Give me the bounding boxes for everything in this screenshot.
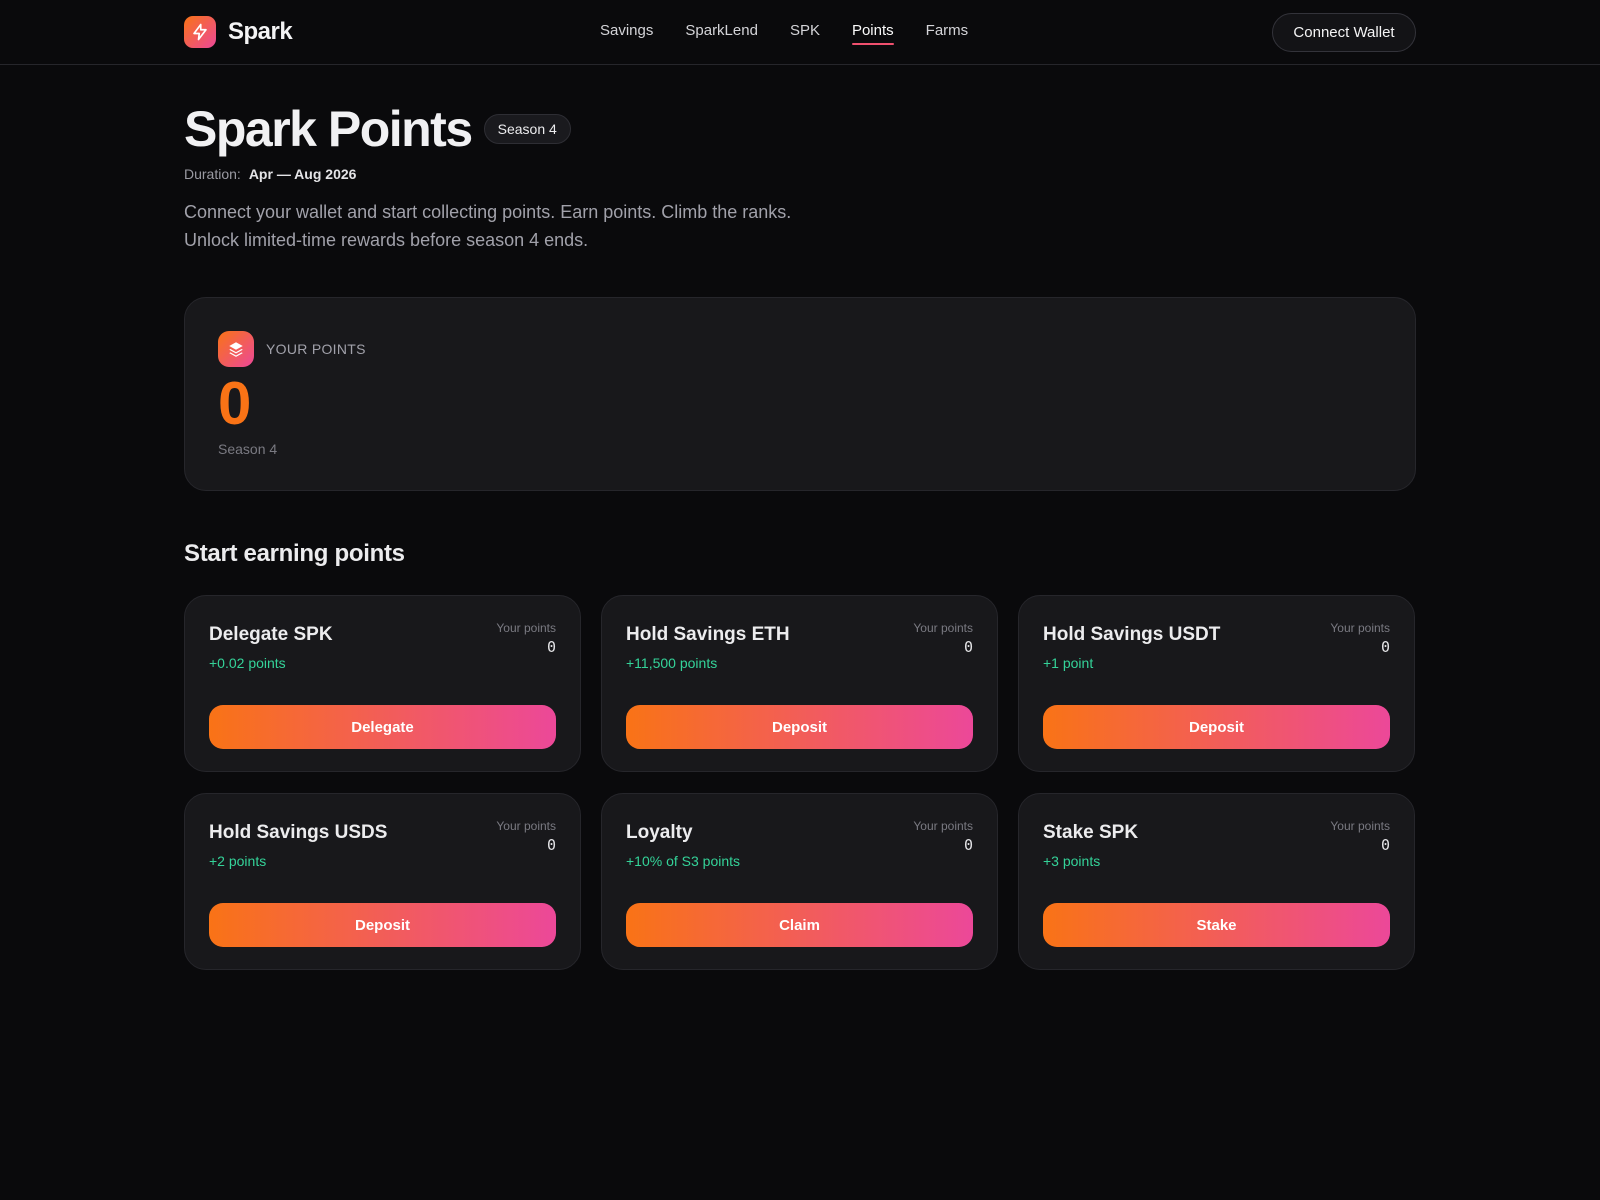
season-badge: Season 4	[483, 114, 571, 144]
lightning-icon	[184, 16, 216, 48]
card-your-points-label: Your points	[496, 621, 556, 635]
card-title: Hold Savings USDT	[1043, 624, 1221, 645]
card-your-points: Your points 0	[913, 819, 973, 854]
earning-card-hold-savings-eth: Hold Savings ETH +11,500 points Your poi…	[601, 595, 998, 772]
claim-button[interactable]: Claim	[626, 903, 973, 947]
nav-item-spk[interactable]: SPK	[790, 22, 820, 43]
card-reward: +3 points	[1043, 853, 1101, 869]
card-your-points: Your points 0	[1330, 819, 1390, 854]
duration: Duration: Apr — Aug 2026	[184, 166, 884, 182]
connect-wallet-button[interactable]: Connect Wallet	[1272, 13, 1416, 52]
card-reward: +2 points	[209, 853, 267, 869]
card-your-points-value: 0	[1380, 638, 1390, 656]
card-your-points: Your points 0	[1330, 621, 1390, 656]
card-title: Hold Savings ETH	[626, 624, 790, 645]
your-points-card: YOUR POINTS 0 Season 4	[184, 297, 1416, 491]
card-your-points-value: 0	[1380, 836, 1390, 854]
card-title: Hold Savings USDS	[209, 822, 388, 843]
card-title: Loyalty	[626, 822, 693, 843]
nav-item-points[interactable]: Points	[851, 22, 894, 45]
card-your-points-label: Your points	[1330, 819, 1390, 833]
card-title: Delegate SPK	[209, 624, 333, 645]
card-reward: +10% of S3 points	[626, 853, 741, 869]
your-points-value: 0	[218, 370, 252, 437]
your-points-label: YOUR POINTS	[266, 341, 366, 357]
brand-logo-link[interactable]: Spark	[184, 16, 293, 48]
section-title: Start earning points	[184, 540, 405, 567]
card-your-points-label: Your points	[1330, 621, 1390, 635]
earning-cards-grid: Delegate SPK +0.02 points Your points 0 …	[184, 595, 1416, 970]
card-your-points-label: Your points	[913, 819, 973, 833]
intro-text: Connect your wallet and start collecting…	[184, 198, 884, 254]
card-your-points: Your points 0	[496, 621, 556, 656]
card-title: Stake SPK	[1043, 822, 1139, 843]
card-reward: +1 point	[1043, 655, 1094, 671]
card-your-points-value: 0	[546, 836, 556, 854]
card-reward: +0.02 points	[209, 655, 286, 671]
delegate-button[interactable]: Delegate	[209, 705, 556, 749]
earning-card-delegate-spk: Delegate SPK +0.02 points Your points 0 …	[184, 595, 581, 772]
deposit-eth-button[interactable]: Deposit	[626, 705, 973, 749]
intro-line-2: Unlock limited-time rewards before seaso…	[184, 230, 589, 250]
page-title: Spark Points	[184, 101, 473, 157]
earning-card-hold-savings-usdt: Hold Savings USDT +1 point Your points 0…	[1018, 595, 1415, 772]
nav-item-farms[interactable]: Farms	[926, 22, 969, 43]
intro-line-1: Connect your wallet and start collecting…	[184, 202, 792, 222]
card-your-points-value: 0	[963, 836, 973, 854]
card-your-points-label: Your points	[496, 819, 556, 833]
hero-section: Spark Points Season 4 Duration: Apr — Au…	[184, 100, 884, 254]
your-points-season: Season 4	[218, 441, 278, 457]
deposit-usds-button[interactable]: Deposit	[209, 903, 556, 947]
card-your-points-value: 0	[963, 638, 973, 656]
top-navigation-bar: Spark Savings SparkLend SPK Points Farms…	[0, 0, 1600, 65]
nav-item-sparklend[interactable]: SparkLend	[685, 22, 758, 43]
brand-name: Spark	[228, 18, 293, 45]
card-your-points-value: 0	[546, 638, 556, 656]
main-nav: Savings SparkLend SPK Points Farms	[600, 22, 969, 45]
earning-card-stake-spk: Stake SPK +3 points Your points 0 Stake	[1018, 793, 1415, 970]
duration-value: Apr — Aug 2026	[248, 166, 357, 182]
nav-item-savings[interactable]: Savings	[600, 22, 653, 43]
earning-card-loyalty: Loyalty +10% of S3 points Your points 0 …	[601, 793, 998, 970]
earning-card-hold-savings-usds: Hold Savings USDS +2 points Your points …	[184, 793, 581, 970]
stake-button[interactable]: Stake	[1043, 903, 1390, 947]
card-your-points: Your points 0	[496, 819, 556, 854]
layers-icon	[218, 331, 254, 367]
duration-label: Duration:	[184, 166, 241, 182]
deposit-usdt-button[interactable]: Deposit	[1043, 705, 1390, 749]
card-your-points-label: Your points	[913, 621, 973, 635]
card-your-points: Your points 0	[913, 621, 973, 656]
card-reward: +11,500 points	[626, 655, 718, 671]
